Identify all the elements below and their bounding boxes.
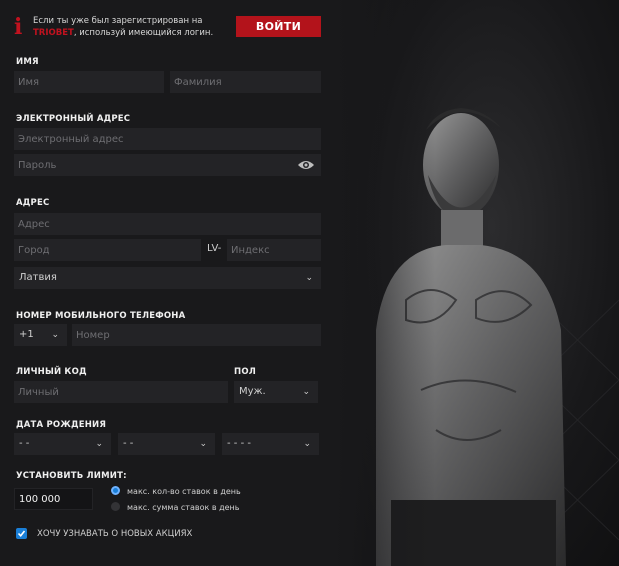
promo-checkbox[interactable] [16,528,27,539]
email-label: ЭЛЕКТРОННЫЙ АДРЕС [16,114,131,124]
chevron-down-icon: ⌄ [199,439,207,449]
address-label: АДРЕС [16,198,50,208]
first-name-input[interactable] [14,71,164,93]
postal-prefix: LV- [207,243,222,254]
notice-line2: , используй имеющийся логин. [73,28,214,38]
login-button[interactable]: ВОЙТИ [236,16,321,37]
promo-label: ХОЧУ УЗНАВАТЬ О НОВЫХ АКЦИЯХ [37,529,193,539]
personal-code-input[interactable] [14,381,228,403]
chevron-down-icon: ⌄ [305,273,313,283]
info-icon: i [14,14,23,40]
email-input[interactable] [14,128,321,150]
chevron-down-icon: ⌄ [51,330,59,340]
birth-month-value: - - [123,438,134,449]
personal-code-label: ЛИЧНЫЙ КОД [16,367,87,377]
last-name-input[interactable] [170,71,321,93]
birth-month-select[interactable]: - - ⌄ [118,433,215,455]
birth-year-select[interactable]: - - - - ⌄ [222,433,319,455]
phone-label: НОМЕР МОБИЛЬНОГО ТЕЛЕФОНА [16,311,186,321]
chevron-down-icon: ⌄ [303,439,311,449]
brand-name: TRIOBET [33,28,74,38]
hero-photo [336,0,619,566]
limit-label: УСТАНОВИТЬ ЛИМИТ: [16,471,127,481]
password-input[interactable] [14,154,321,176]
gender-label: ПОЛ [234,367,256,377]
birth-date-label: ДАТА РОЖДЕНИЯ [16,420,107,430]
address-input[interactable] [14,213,321,235]
name-label: ИМЯ [16,57,39,67]
limit-input[interactable]: 100 000 [14,488,93,510]
birth-day-value: - - [19,438,30,449]
notice-line1: Если ты уже был зарегистрирован на [33,16,203,26]
check-icon [17,530,26,538]
birth-year-value: - - - - [227,438,251,449]
country-value: Латвия [19,272,57,283]
chevron-down-icon: ⌄ [302,387,310,397]
birth-day-select[interactable]: - - ⌄ [14,433,111,455]
phone-number-input[interactable] [72,324,321,346]
gender-select[interactable]: Муж. ⌄ [234,381,318,403]
eye-icon[interactable] [297,159,315,171]
chevron-down-icon: ⌄ [95,439,103,449]
limit-option1-label: макс. кол-во ставок в день [127,487,241,496]
limit-option2-label: макс. сумма ставок в день [127,503,240,512]
registration-form: i Если ты уже был зарегистрирован на TRI… [0,0,336,566]
gender-value: Муж. [239,386,266,397]
city-input[interactable] [14,239,201,261]
phone-code-select[interactable]: +1 ⌄ [14,324,67,346]
limit-option2-radio[interactable] [111,502,120,511]
fighter-photo-illustration [336,0,619,566]
phone-code-value: +1 [19,329,34,340]
country-select[interactable]: Латвия ⌄ [14,267,321,289]
postal-code-input[interactable] [227,239,321,261]
login-notice: Если ты уже был зарегистрирован на TRIOB… [33,15,238,39]
limit-option1-radio[interactable] [111,486,120,495]
